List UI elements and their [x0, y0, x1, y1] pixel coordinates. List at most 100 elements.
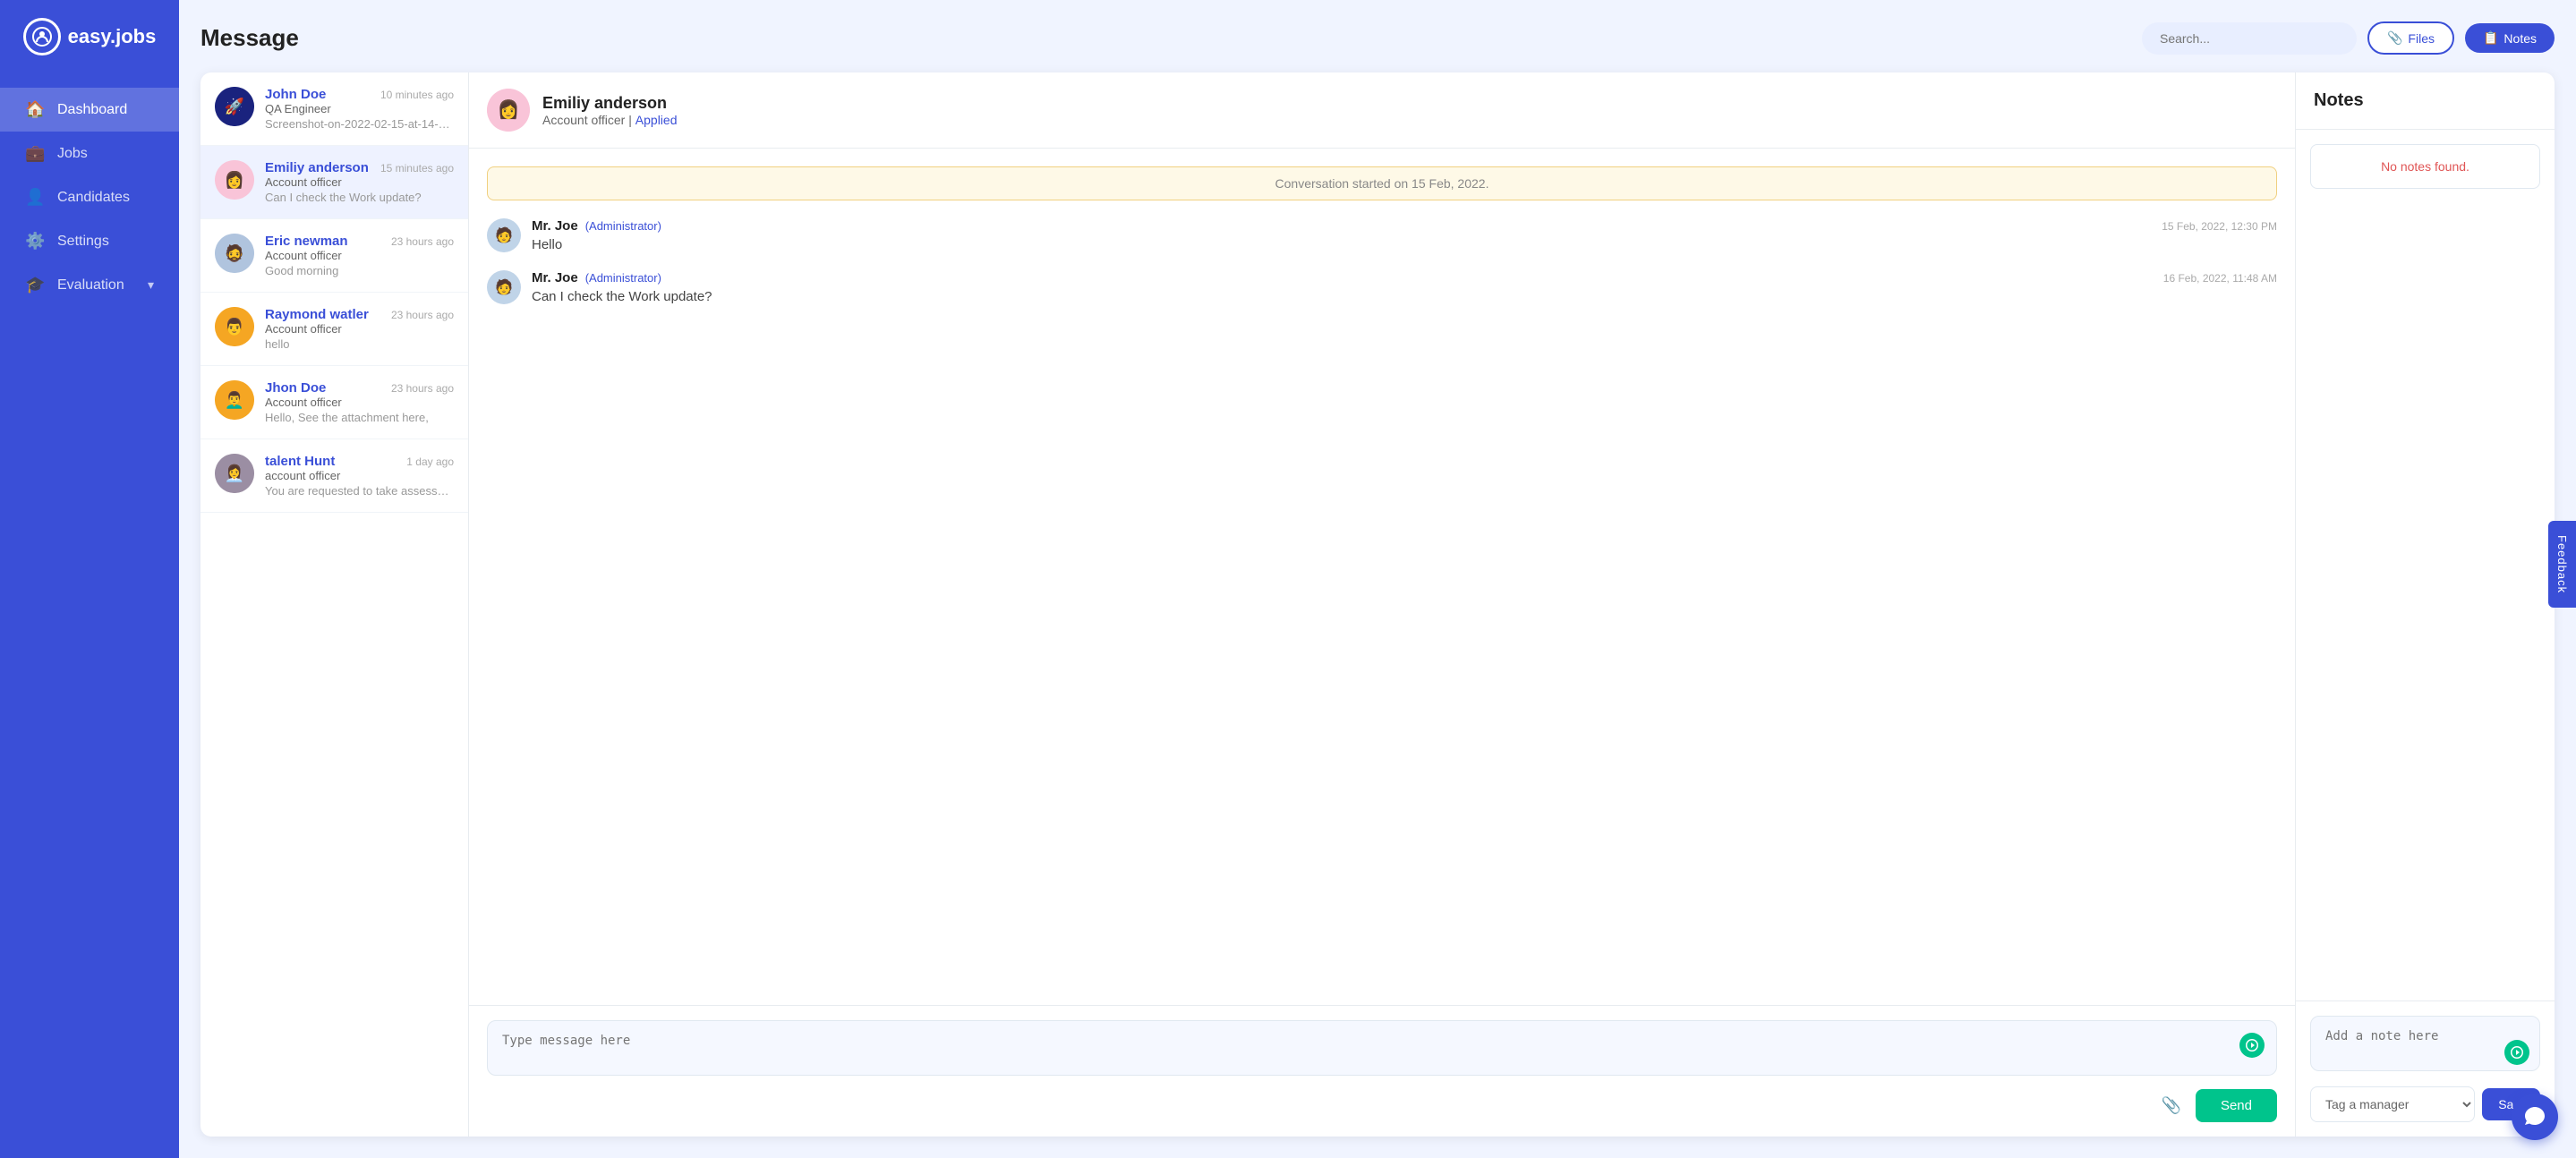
msg-avatar-1: 🧑 — [487, 218, 521, 252]
evaluation-icon: 🎓 — [25, 276, 45, 294]
conv-time-eric: 23 hours ago — [391, 235, 454, 248]
conv-item-john-doe[interactable]: 🚀 John Doe 10 minutes ago QA Engineer Sc… — [200, 72, 468, 146]
message-header: Message 📎 Files 📋 Notes — [200, 21, 2555, 55]
chat-area: 👩 Emiliy anderson Account officer | Appl… — [469, 72, 2295, 1137]
notes-body: No notes found. — [2296, 130, 2555, 1000]
chat-widget-button[interactable] — [2512, 1094, 2558, 1140]
chat-input-wrapper — [487, 1020, 2277, 1080]
svg-text:👨‍🦱: 👨‍🦱 — [225, 390, 244, 409]
conv-info-eric: Eric newman 23 hours ago Account officer… — [265, 234, 454, 277]
svg-text:👩: 👩 — [498, 98, 520, 120]
msg-text-1: Hello — [532, 237, 2277, 252]
sidebar-item-label-settings: Settings — [57, 234, 109, 250]
msg-content-1: Mr. Joe (Administrator) 15 Feb, 2022, 12… — [532, 218, 2277, 252]
sidebar-item-evaluation[interactable]: 🎓 Evaluation ▾ — [0, 263, 179, 307]
feedback-tab[interactable]: Feedback — [2548, 521, 2576, 608]
sidebar-item-label-dashboard: Dashboard — [57, 102, 127, 118]
files-label: Files — [2408, 31, 2435, 46]
conv-role-raymond: Account officer — [265, 322, 454, 336]
logo-text: easy.jobs — [68, 25, 157, 48]
sidebar-item-jobs[interactable]: 💼 Jobs — [0, 132, 179, 175]
chat-header: 👩 Emiliy anderson Account officer | Appl… — [469, 72, 2295, 149]
search-input[interactable] — [2142, 22, 2357, 55]
conv-role-talent: account officer — [265, 469, 454, 482]
notes-label: Notes — [2503, 31, 2537, 46]
conv-item-eric[interactable]: 🧔 Eric newman 23 hours ago Account offic… — [200, 219, 468, 293]
attach-button[interactable]: 📎 — [2156, 1091, 2187, 1120]
avatar-jhon: 👨‍🦱 — [215, 380, 254, 420]
note-input-wrapper — [2310, 1016, 2540, 1076]
active-chat-role: Account officer | Applied — [542, 113, 677, 127]
avatar-emiliy: 👩 — [215, 160, 254, 200]
conv-item-talent[interactable]: 👩‍💼 talent Hunt 1 day ago account office… — [200, 439, 468, 513]
note-input[interactable] — [2310, 1016, 2540, 1071]
message-input[interactable] — [487, 1020, 2277, 1076]
active-chat-name: Emiliy anderson — [542, 94, 677, 113]
chat-role-badge: Applied — [635, 113, 678, 127]
conv-name-talent: talent Hunt — [265, 454, 335, 469]
sidebar-item-candidates[interactable]: 👤 Candidates — [0, 175, 179, 219]
grammar-check-icon[interactable] — [2239, 1033, 2265, 1058]
conversation-start-banner: Conversation started on 15 Feb, 2022. — [487, 166, 2277, 200]
svg-text:🚀: 🚀 — [225, 97, 244, 115]
settings-icon: ⚙️ — [25, 232, 45, 251]
header-actions: 📎 Files 📋 Notes — [2142, 21, 2555, 55]
conv-preview-john-doe: Screenshot-on-2022-02-15-at-14-03-2... — [265, 117, 454, 131]
paperclip-icon: 📎 — [2387, 30, 2402, 46]
conv-time-talent: 1 day ago — [406, 456, 454, 468]
conv-time-emiliy: 15 minutes ago — [380, 162, 454, 175]
content-area: 🚀 John Doe 10 minutes ago QA Engineer Sc… — [200, 72, 2555, 1137]
notes-button[interactable]: 📋 Notes — [2465, 23, 2555, 53]
conv-preview-jhon: Hello, See the attachment here, — [265, 411, 454, 424]
sidebar-item-settings[interactable]: ⚙️ Settings — [0, 219, 179, 263]
home-icon: 🏠 — [25, 100, 45, 119]
message-item-1: 🧑 Mr. Joe (Administrator) 15 Feb, 2022, … — [487, 218, 2277, 252]
conv-role-eric: Account officer — [265, 249, 454, 262]
notes-panel-title: Notes — [2296, 72, 2555, 130]
jobs-icon: 💼 — [25, 144, 45, 163]
conv-item-raymond[interactable]: 👨 Raymond watler 23 hours ago Account of… — [200, 293, 468, 366]
message-container: Message 📎 Files 📋 Notes 🚀 — [179, 0, 2576, 1158]
logo-icon — [23, 18, 61, 55]
candidates-icon: 👤 — [25, 188, 45, 207]
conv-item-jhon[interactable]: 👨‍🦱 Jhon Doe 23 hours ago Account office… — [200, 366, 468, 439]
msg-content-2: Mr. Joe (Administrator) 16 Feb, 2022, 11… — [532, 270, 2277, 304]
conversation-list: 🚀 John Doe 10 minutes ago QA Engineer Sc… — [200, 72, 469, 1137]
sidebar-item-label-candidates: Candidates — [57, 190, 130, 206]
sidebar-item-label-evaluation: Evaluation — [57, 277, 124, 294]
conv-item-emiliy[interactable]: 👩 Emiliy anderson 15 minutes ago Account… — [200, 146, 468, 219]
svg-text:👨: 👨 — [225, 317, 244, 336]
svg-text:🧔: 🧔 — [225, 243, 244, 262]
conv-name-raymond: Raymond watler — [265, 307, 369, 322]
conv-role-john-doe: QA Engineer — [265, 102, 454, 115]
notes-panel: Notes No notes found. Tag a manager — [2295, 72, 2555, 1137]
tag-manager-select[interactable]: Tag a manager — [2310, 1086, 2475, 1122]
chat-user-info: Emiliy anderson Account officer | Applie… — [542, 94, 677, 127]
msg-badge-2: (Administrator) — [585, 271, 661, 285]
no-notes-message: No notes found. — [2310, 144, 2540, 189]
conv-name-jhon: Jhon Doe — [265, 380, 326, 396]
msg-text-2: Can I check the Work update? — [532, 289, 2277, 304]
send-button[interactable]: Send — [2196, 1089, 2277, 1122]
conv-role-jhon: Account officer — [265, 396, 454, 409]
conv-role-emiliy: Account officer — [265, 175, 454, 189]
conv-info-john-doe: John Doe 10 minutes ago QA Engineer Scre… — [265, 87, 454, 131]
evaluation-left: 🎓 Evaluation — [25, 276, 124, 294]
conv-time-john-doe: 10 minutes ago — [380, 89, 454, 101]
conv-info-raymond: Raymond watler 23 hours ago Account offi… — [265, 307, 454, 351]
conv-preview-raymond: hello — [265, 337, 454, 351]
conv-info-jhon: Jhon Doe 23 hours ago Account officer He… — [265, 380, 454, 424]
conv-preview-emiliy: Can I check the Work update? — [265, 191, 454, 204]
logo[interactable]: easy.jobs — [9, 18, 171, 55]
note-grammar-icon[interactable] — [2504, 1040, 2529, 1065]
avatar-john-doe: 🚀 — [215, 87, 254, 126]
sidebar-item-dashboard[interactable]: 🏠 Dashboard — [0, 88, 179, 132]
files-button[interactable]: 📎 Files — [2367, 21, 2454, 55]
chat-actions: 📎 Send — [487, 1089, 2277, 1122]
message-item-2: 🧑 Mr. Joe (Administrator) 16 Feb, 2022, … — [487, 270, 2277, 304]
conv-time-jhon: 23 hours ago — [391, 382, 454, 395]
avatar-raymond: 👨 — [215, 307, 254, 346]
chat-avatar: 👩 — [487, 89, 530, 132]
msg-time-2: 16 Feb, 2022, 11:48 AM — [2163, 272, 2277, 285]
chevron-down-icon: ▾ — [148, 277, 154, 293]
